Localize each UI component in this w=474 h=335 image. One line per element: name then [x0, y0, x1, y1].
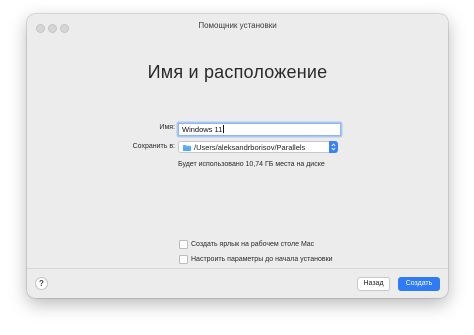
save-location-label: Сохранить в:	[132, 143, 175, 150]
name-label: Имя:	[159, 124, 175, 131]
name-input-value: Windows 11	[182, 125, 223, 134]
folder-icon	[183, 144, 191, 151]
setup-assistant-window: Помощник установки Имя и расположение Им…	[27, 14, 448, 298]
page-heading: Имя и расположение	[147, 62, 328, 82]
window-title: Помощник установки	[198, 21, 277, 30]
name-input[interactable]: Windows 11	[178, 123, 341, 136]
desktop-shortcut-label[interactable]: Создать ярлык на рабочем столе Mac	[191, 240, 314, 249]
select-chevrons-icon	[329, 141, 338, 153]
disk-usage-text: Будет использовано 10,74 ГБ места на дис…	[178, 161, 325, 168]
desktop-shortcut-checkbox[interactable]	[179, 240, 188, 249]
help-button[interactable]: ?	[35, 277, 48, 290]
back-button[interactable]: Назад	[357, 277, 390, 291]
footer-divider	[27, 268, 448, 269]
title-bar: Помощник установки	[27, 14, 448, 42]
text-cursor	[223, 125, 225, 133]
create-button[interactable]: Создать	[398, 277, 440, 291]
configure-before-install-checkbox[interactable]	[179, 255, 188, 264]
save-path-value: /Users/aleksandrborisov/Parallels	[194, 143, 306, 152]
save-location-select[interactable]: /Users/aleksandrborisov/Parallels	[178, 141, 338, 153]
configure-before-install-label[interactable]: Настроить параметры до начала установки	[191, 255, 333, 264]
